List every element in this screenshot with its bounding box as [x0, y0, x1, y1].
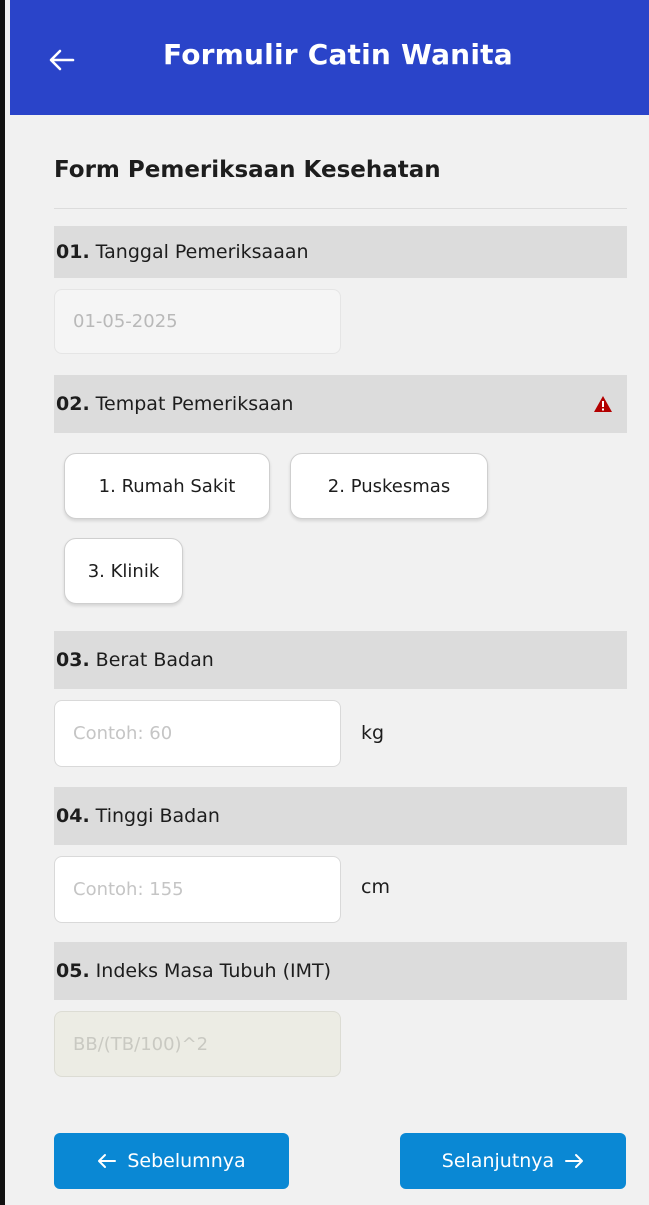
- question-header-imt: 05. Indeks Masa Tubuh (IMT): [54, 942, 627, 1000]
- section-divider: [54, 208, 627, 209]
- next-button-label: Selanjutnya: [441, 1150, 555, 1172]
- option-rumah-sakit[interactable]: 1. Rumah Sakit: [64, 453, 270, 519]
- arrow-right-icon: [565, 1154, 584, 1168]
- arrow-left-icon: [49, 49, 75, 71]
- question-label: Tempat Pemeriksaan: [95, 393, 294, 415]
- page-title: Formulir Catin Wanita: [163, 38, 513, 71]
- weight-unit: kg: [361, 722, 385, 744]
- screen-frame: Formulir Catin Wanita Form Pemeriksaan K…: [0, 0, 649, 1205]
- question-number: 02.: [56, 393, 90, 415]
- back-button[interactable]: [42, 40, 82, 80]
- warning-triangle-icon: [594, 396, 612, 412]
- section-title: Form Pemeriksaan Kesehatan: [54, 157, 441, 183]
- question-number: 04.: [56, 805, 90, 827]
- option-puskesmas[interactable]: 2. Puskesmas: [290, 453, 488, 519]
- question-header-tempat: 02. Tempat Pemeriksaan: [54, 375, 627, 433]
- previous-button[interactable]: Sebelumnya: [54, 1133, 289, 1189]
- question-header-tinggi: 04. Tinggi Badan: [54, 787, 627, 845]
- weight-input[interactable]: [54, 700, 341, 767]
- question-label: Indeks Masa Tubuh (IMT): [95, 960, 332, 982]
- question-number: 01.: [56, 241, 90, 263]
- imt-field: [54, 1011, 341, 1077]
- question-label: Tanggal Pemeriksaaan: [95, 241, 309, 263]
- question-header-berat: 03. Berat Badan: [54, 631, 627, 689]
- question-number: 03.: [56, 649, 90, 671]
- next-button[interactable]: Selanjutnya: [400, 1133, 626, 1189]
- height-input[interactable]: [54, 856, 341, 923]
- previous-button-label: Sebelumnya: [127, 1150, 246, 1172]
- question-header-tanggal: 01. Tanggal Pemeriksaaan: [54, 226, 627, 278]
- option-klinik[interactable]: 3. Klinik: [64, 538, 183, 604]
- app-bar: Formulir Catin Wanita: [10, 0, 649, 115]
- question-number: 05.: [56, 960, 90, 982]
- question-label: Berat Badan: [95, 649, 214, 671]
- date-field: [54, 289, 341, 354]
- question-label: Tinggi Badan: [95, 805, 220, 827]
- height-unit: cm: [361, 876, 390, 898]
- arrow-left-icon: [98, 1154, 117, 1168]
